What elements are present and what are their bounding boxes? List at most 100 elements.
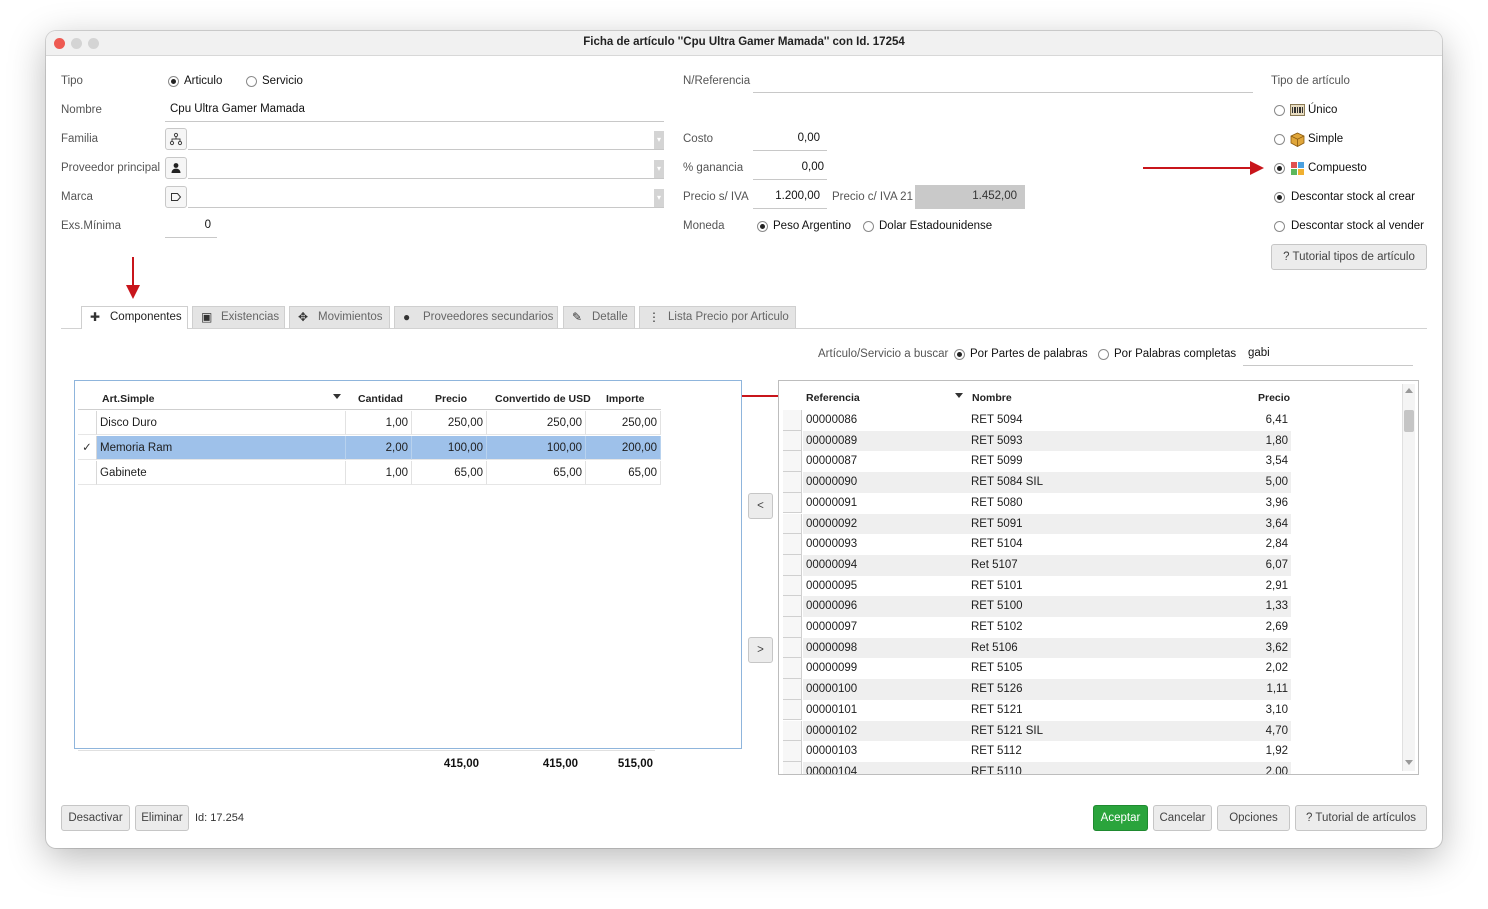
row-header[interactable] bbox=[783, 451, 802, 473]
descontar-crear-radio[interactable] bbox=[1274, 192, 1285, 203]
opciones-button[interactable]: Opciones bbox=[1217, 805, 1290, 831]
eliminar-button[interactable]: Eliminar bbox=[135, 805, 189, 831]
table-row[interactable]: 00000087 RET 5099 3,54 bbox=[803, 451, 1291, 473]
row-header[interactable] bbox=[783, 554, 802, 576]
marca-picker-button[interactable] bbox=[165, 186, 187, 208]
chevron-down-icon[interactable]: ▾ bbox=[654, 160, 664, 178]
unico-radio[interactable] bbox=[1274, 105, 1285, 116]
search-partes-radio[interactable] bbox=[954, 349, 965, 360]
ganancia-field[interactable]: 0,00 bbox=[753, 161, 824, 173]
row-header[interactable]: ✓ bbox=[78, 436, 97, 460]
familia-combo[interactable]: ▾ bbox=[188, 128, 664, 150]
table-row[interactable]: 00000093 RET 5104 2,84 bbox=[803, 534, 1291, 555]
aceptar-button[interactable]: Aceptar bbox=[1093, 805, 1148, 831]
table-row[interactable]: 00000104 RET 5110 2,00 bbox=[803, 761, 1291, 774]
search-input[interactable]: gabi bbox=[1248, 347, 1270, 359]
marca-combo[interactable]: ▾ bbox=[188, 186, 664, 208]
table-cell[interactable]: Gabinete bbox=[97, 461, 346, 485]
transfer-right-button[interactable]: > bbox=[748, 637, 773, 663]
results-scrollbar[interactable] bbox=[1402, 384, 1415, 771]
table-row[interactable]: 00000098 Ret 5106 3,62 bbox=[803, 637, 1291, 659]
table-row[interactable]: 00000086 RET 5094 6,41 bbox=[803, 410, 1291, 431]
proveedor-picker-button[interactable] bbox=[165, 157, 187, 179]
col-art-simple[interactable]: Art.Simple bbox=[102, 393, 155, 405]
precio-siva-field[interactable]: 1.200,00 bbox=[753, 190, 820, 202]
table-row[interactable]: 00000099 RET 5105 2,02 bbox=[803, 658, 1291, 680]
col-cantidad[interactable]: Cantidad bbox=[358, 393, 403, 405]
table-row[interactable]: 00000103 RET 5112 1,92 bbox=[803, 741, 1291, 762]
scroll-up-icon[interactable] bbox=[1405, 387, 1413, 395]
table-row[interactable]: 00000100 RET 5126 1,11 bbox=[803, 679, 1291, 700]
table-cell[interactable]: 100,00 bbox=[487, 436, 586, 460]
table-cell[interactable]: 65,00 bbox=[586, 461, 661, 485]
col-nombre[interactable]: Nombre bbox=[972, 392, 1012, 404]
compuesto-radio[interactable] bbox=[1274, 163, 1285, 174]
scroll-thumb[interactable] bbox=[1404, 410, 1414, 432]
table-row[interactable]: 00000101 RET 5121 3,10 bbox=[803, 699, 1291, 721]
tutorial-tipos-button[interactable]: ? Tutorial tipos de artículo bbox=[1271, 244, 1427, 270]
search-completas-radio[interactable] bbox=[1098, 349, 1109, 360]
row-header[interactable] bbox=[78, 461, 97, 485]
table-cell[interactable]: 200,00 bbox=[586, 436, 661, 460]
row-header[interactable] bbox=[783, 658, 802, 680]
scroll-down-icon[interactable] bbox=[1405, 758, 1413, 766]
nombre-field[interactable]: Cpu Ultra Gamer Mamada bbox=[170, 103, 305, 115]
row-header[interactable] bbox=[783, 741, 802, 762]
nref-field[interactable] bbox=[753, 92, 1253, 93]
row-header[interactable] bbox=[783, 534, 802, 555]
tutorial-articulos-button[interactable]: ? Tutorial de artículos bbox=[1295, 805, 1427, 831]
results-table[interactable]: 00000086 RET 5094 6,41 00000089 RET 5093 1,80… bbox=[778, 380, 1419, 775]
table-row[interactable]: 00000102 RET 5121 SIL 4,70 bbox=[803, 720, 1291, 742]
tipo-articulo-radio[interactable] bbox=[168, 76, 179, 87]
table-cell[interactable]: Disco Duro bbox=[97, 411, 346, 435]
moneda-peso-radio[interactable] bbox=[757, 221, 768, 232]
table-cell[interactable]: 100,00 bbox=[412, 436, 487, 460]
table-cell[interactable]: 2,00 bbox=[346, 436, 412, 460]
row-header[interactable] bbox=[783, 637, 802, 659]
table-row[interactable]: 00000092 RET 5091 3,64 bbox=[803, 513, 1291, 535]
table-cell[interactable]: 1,00 bbox=[346, 411, 412, 435]
exs-minima-field[interactable]: 0 bbox=[165, 219, 211, 231]
desactivar-button[interactable]: Desactivar bbox=[61, 805, 130, 831]
tab-proveedores-secundarios[interactable]: ● Proveedores secundarios bbox=[394, 306, 558, 328]
tab-movimientos[interactable]: ✥ Movimientos bbox=[289, 306, 390, 328]
row-header[interactable] bbox=[783, 410, 802, 431]
cancelar-button[interactable]: Cancelar bbox=[1153, 805, 1212, 831]
table-cell[interactable]: 65,00 bbox=[487, 461, 586, 485]
table-cell[interactable]: 250,00 bbox=[487, 411, 586, 435]
sort-down-icon[interactable] bbox=[333, 394, 341, 400]
table-cell[interactable]: 250,00 bbox=[586, 411, 661, 435]
descontar-vender-radio[interactable] bbox=[1274, 221, 1285, 232]
row-header[interactable] bbox=[783, 513, 802, 535]
table-row[interactable]: 00000097 RET 5102 2,69 bbox=[803, 617, 1291, 638]
familia-picker-button[interactable] bbox=[165, 128, 187, 150]
tab-detalle[interactable]: ✎ Detalle bbox=[563, 306, 635, 328]
row-header[interactable] bbox=[783, 575, 802, 597]
table-cell[interactable]: 1,00 bbox=[346, 461, 412, 485]
table-row[interactable]: 00000089 RET 5093 1,80 bbox=[803, 430, 1291, 452]
table-row[interactable]: 00000090 RET 5084 SIL 5,00 bbox=[803, 472, 1291, 493]
row-header[interactable] bbox=[783, 617, 802, 638]
simple-radio[interactable] bbox=[1274, 134, 1285, 145]
col-convertido[interactable]: Convertido de USD bbox=[495, 393, 591, 405]
row-header[interactable] bbox=[783, 430, 802, 452]
col-precio[interactable]: Precio bbox=[435, 393, 467, 405]
col-precio-results[interactable]: Precio bbox=[1258, 392, 1290, 404]
col-referencia[interactable]: Referencia bbox=[806, 392, 860, 404]
table-cell[interactable]: 65,00 bbox=[412, 461, 487, 485]
costo-field[interactable]: 0,00 bbox=[753, 132, 820, 144]
proveedor-combo[interactable]: ▾ bbox=[188, 157, 664, 179]
col-importe[interactable]: Importe bbox=[606, 393, 645, 405]
tab-lista-precio[interactable]: ⋮ Lista Precio por Articulo bbox=[639, 306, 796, 328]
transfer-left-button[interactable]: < bbox=[748, 493, 773, 519]
table-row[interactable]: 00000091 RET 5080 3,96 bbox=[803, 492, 1291, 514]
row-header[interactable] bbox=[783, 699, 802, 721]
table-row[interactable]: 00000096 RET 5100 1,33 bbox=[803, 596, 1291, 617]
sort-down-icon[interactable] bbox=[955, 393, 963, 399]
tab-existencias[interactable]: ▣ Existencias bbox=[192, 306, 285, 328]
moneda-dolar-radio[interactable] bbox=[863, 221, 874, 232]
table-cell[interactable]: Memoria Ram bbox=[97, 436, 346, 460]
row-header[interactable] bbox=[78, 411, 97, 435]
table-row[interactable]: 00000094 Ret 5107 6,07 bbox=[803, 554, 1291, 576]
row-header[interactable] bbox=[783, 761, 802, 774]
